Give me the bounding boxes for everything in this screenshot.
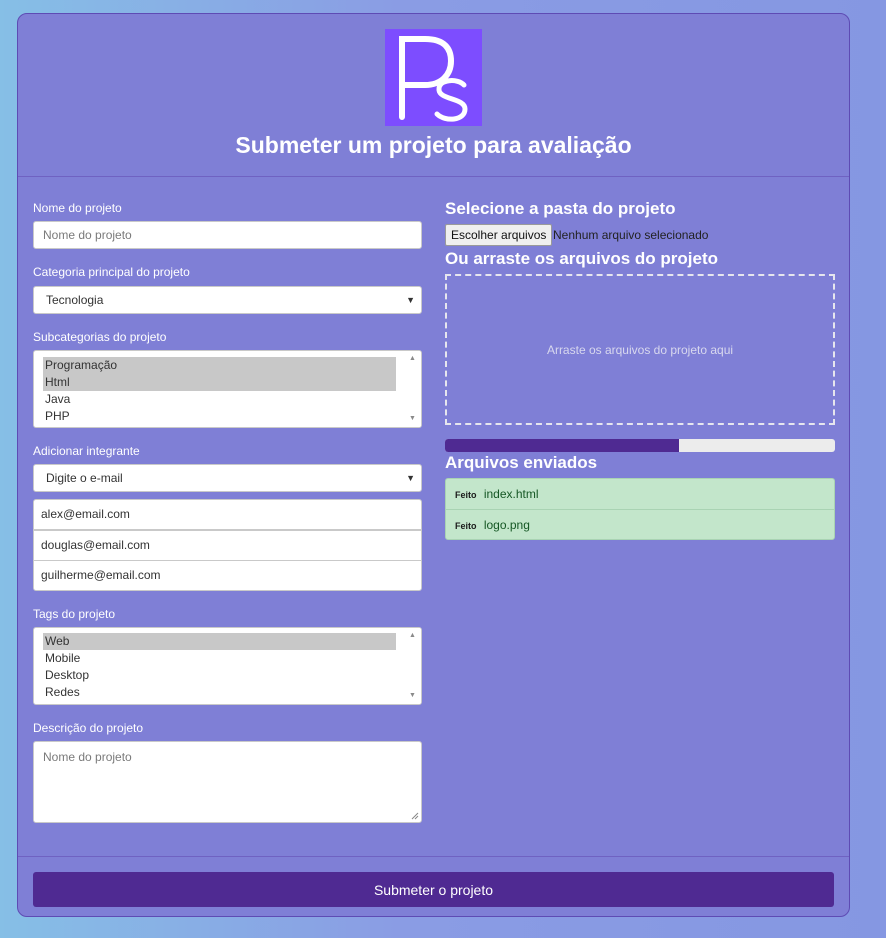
uploaded-files-title: Arquivos enviados bbox=[445, 453, 598, 472]
drag-files-title: Ou arraste os arquivos do projeto bbox=[445, 249, 719, 268]
member-item[interactable]: alex@email.com bbox=[33, 499, 422, 530]
subcategories-label: Subcategorias do projeto bbox=[33, 330, 167, 344]
uploaded-file-item: Feito index.html bbox=[445, 478, 835, 509]
member-item[interactable]: douglas@email.com bbox=[33, 530, 422, 561]
tags-scrollbar[interactable]: ▲ ▼ bbox=[404, 628, 421, 704]
ps-logo-icon bbox=[399, 36, 468, 122]
subcategory-option[interactable]: Programação bbox=[43, 357, 396, 374]
page-title: Submeter um projeto para avaliação bbox=[235, 132, 632, 158]
status-badge: Feito bbox=[455, 521, 477, 531]
subcategories-scrollbar[interactable]: ▲ ▼ bbox=[404, 351, 421, 427]
select-folder-title: Selecione a pasta do projeto bbox=[445, 199, 676, 218]
tag-option[interactable]: Redes bbox=[43, 684, 396, 701]
description-label: Descrição do projeto bbox=[33, 721, 144, 735]
tag-option[interactable]: Web bbox=[43, 633, 396, 650]
submission-card: Submeter um projeto para avaliação Nome … bbox=[17, 13, 850, 917]
scroll-down-icon[interactable]: ▼ bbox=[404, 689, 421, 703]
tags-label: Tags do projeto bbox=[33, 607, 116, 621]
subcategory-option[interactable]: Html bbox=[43, 374, 396, 391]
main-category-select[interactable]: Tecnologia ▼ bbox=[33, 286, 422, 314]
uploaded-file-name: logo.png bbox=[483, 518, 530, 532]
ps-logo bbox=[385, 29, 482, 126]
uploaded-files-list: Feito index.html Feito logo.png bbox=[445, 478, 835, 540]
member-email-select[interactable]: Digite o e-mail ▼ bbox=[33, 464, 422, 492]
submit-project-button[interactable]: Submeter o projeto bbox=[33, 872, 834, 907]
resize-grip-icon[interactable] bbox=[411, 812, 419, 820]
project-name-label: Nome do projeto bbox=[33, 201, 122, 215]
upload-progress-fill bbox=[445, 439, 679, 452]
tag-option[interactable]: Desktop bbox=[43, 667, 396, 684]
status-badge: Feito bbox=[455, 490, 477, 500]
upload-progress-bar bbox=[445, 439, 835, 452]
card-header: Submeter um projeto para avaliação bbox=[18, 14, 849, 177]
dropzone-text: Arraste os arquivos do projeto aqui bbox=[546, 342, 734, 357]
tag-option[interactable]: Mobile bbox=[43, 650, 396, 667]
scroll-up-icon[interactable]: ▲ bbox=[404, 352, 421, 366]
tags-listbox[interactable]: Web Mobile Desktop Redes ▲ ▼ bbox=[33, 627, 422, 705]
subcategory-option[interactable]: PHP bbox=[43, 408, 396, 425]
description-textarea[interactable]: Nome do projeto bbox=[33, 741, 422, 823]
description-placeholder: Nome do projeto bbox=[43, 750, 132, 764]
subcategories-listbox[interactable]: Programação Html Java PHP ▲ ▼ bbox=[33, 350, 422, 428]
subcategory-option[interactable]: Java bbox=[43, 391, 396, 408]
choose-files-button[interactable]: Escolher arquivos bbox=[445, 224, 553, 246]
file-status-text: Nenhum arquivo selecionado bbox=[553, 228, 709, 242]
uploaded-file-name: index.html bbox=[483, 487, 539, 501]
member-email-placeholder: Digite o e-mail bbox=[46, 471, 123, 485]
uploaded-file-item: Feito logo.png bbox=[445, 509, 835, 540]
add-member-label: Adicionar integrante bbox=[33, 444, 140, 458]
card-footer-divider bbox=[18, 856, 849, 857]
scroll-up-icon[interactable]: ▲ bbox=[404, 629, 421, 643]
scroll-down-icon[interactable]: ▼ bbox=[404, 412, 421, 426]
member-item[interactable]: guilherme@email.com bbox=[33, 560, 422, 591]
file-dropzone[interactable]: Arraste os arquivos do projeto aqui bbox=[445, 274, 835, 425]
main-category-label: Categoria principal do projeto bbox=[33, 265, 190, 279]
chevron-down-icon: ▼ bbox=[406, 473, 415, 483]
project-name-input[interactable] bbox=[33, 221, 422, 249]
chevron-down-icon: ▼ bbox=[406, 295, 415, 305]
main-category-value: Tecnologia bbox=[46, 293, 104, 307]
